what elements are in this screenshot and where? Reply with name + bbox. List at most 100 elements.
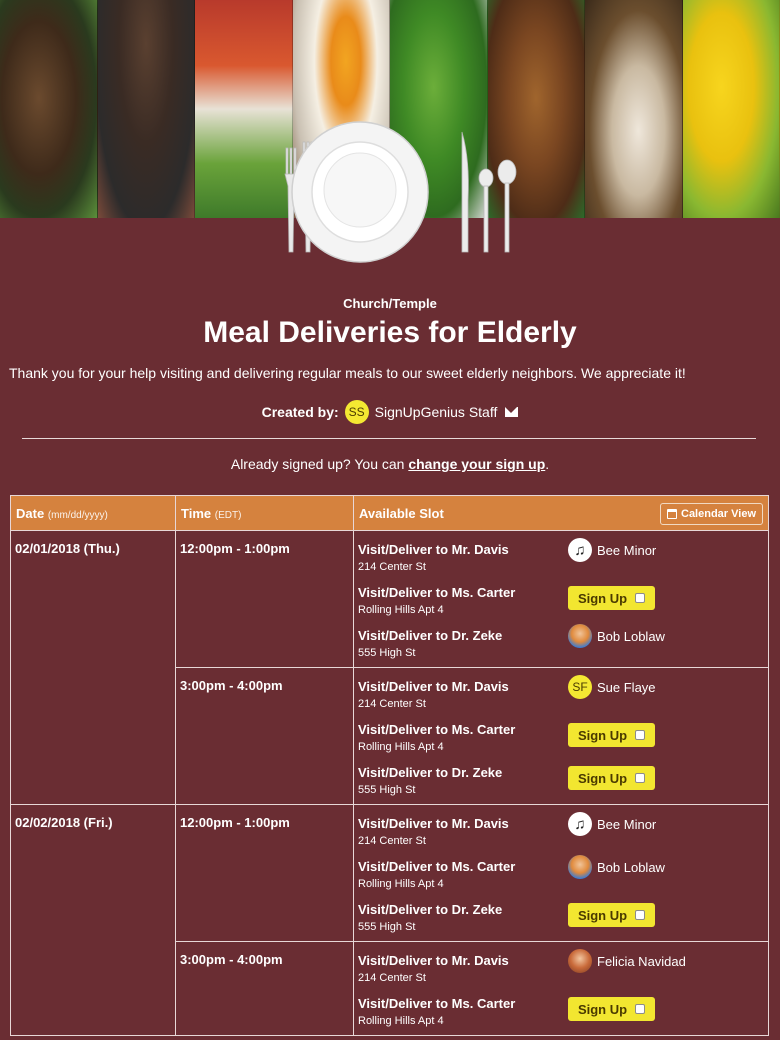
already-signed-up-end: . <box>545 456 550 472</box>
created-by: Created by: SS SignUpGenius Staff <box>0 400 780 424</box>
sign-up-label: Sign Up <box>577 1001 628 1017</box>
slot-item: Visit/Deliver to Dr. Zeke 555 High St Sign… <box>358 894 764 937</box>
banner-panel-steak <box>97 0 195 218</box>
slot-cell: Visit/Deliver to Mr. Davis 214 Center St ♫… <box>353 804 769 942</box>
sign-up-checkbox[interactable] <box>635 1004 646 1014</box>
col-date-hint: (mm/dd/yyyy) <box>47 509 108 521</box>
user-initials-avatar: SF <box>568 675 592 699</box>
slot-address: 214 Center St <box>358 561 426 573</box>
slot-title: Visit/Deliver to Ms. Carter <box>358 996 516 1011</box>
slot-title: Visit/Deliver to Mr. Davis <box>358 679 509 694</box>
slot-item: Visit/Deliver to Ms. Carter Rolling Hills… <box>358 577 764 620</box>
time-cell: 12:00pm - 1:00pm <box>175 804 354 942</box>
sign-up-checkbox[interactable] <box>635 910 646 920</box>
sign-up-label: Sign Up <box>577 907 628 923</box>
table-row: 02/01/2018 (Thu.) 12:00pm - 1:00pm Visit/D… <box>10 530 769 805</box>
slot-item: Visit/Deliver to Ms. Carter Rolling Hills… <box>358 988 764 1031</box>
sign-up-button[interactable]: Sign Up <box>568 586 655 610</box>
sign-up-button[interactable]: Sign Up <box>568 903 655 927</box>
time-cell: 3:00pm - 4:00pm <box>175 667 354 805</box>
slot-address: Rolling Hills Apt 4 <box>358 1015 444 1027</box>
creator-avatar: SS <box>344 400 369 424</box>
signed-up-name: Felicia Navidad <box>597 953 686 969</box>
sign-up-checkbox[interactable] <box>635 773 646 783</box>
slot-item: Visit/Deliver to Mr. Davis 214 Center St ♫… <box>358 808 764 851</box>
table-header-row: Date (mm/dd/yyyy) Time (EDT) Available S… <box>10 495 769 531</box>
banner-panel-mushrooms <box>585 0 683 218</box>
slot-item: Visit/Deliver to Dr. Zeke 555 High St Sign… <box>358 757 764 800</box>
slot-item: Visit/Deliver to Mr. Davis 214 Center St F… <box>358 945 764 988</box>
already-signed-up-text: Already signed up? You can <box>230 456 405 472</box>
slot-cell: Visit/Deliver to Mr. Davis 214 Center St S… <box>353 667 769 805</box>
slot-item: Visit/Deliver to Ms. Carter Rolling Hills… <box>358 714 764 757</box>
col-time-label: Time <box>181 505 212 521</box>
date-cell: 02/01/2018 (Thu.) <box>10 530 176 805</box>
music-note-icon: ♫ <box>568 538 592 562</box>
signup-description: Thank you for your help visiting and del… <box>9 365 686 381</box>
mail-icon[interactable] <box>505 407 519 417</box>
creator-name: SignUpGenius Staff <box>374 404 498 420</box>
divider <box>22 438 756 439</box>
slot-address: Rolling Hills Apt 4 <box>358 878 444 890</box>
signed-up-person: Bob Loblaw <box>568 624 665 648</box>
slot-address: 555 High St <box>358 647 416 659</box>
slot-address: 555 High St <box>358 921 416 933</box>
sign-up-checkbox[interactable] <box>635 730 646 740</box>
slot-item: Visit/Deliver to Mr. Davis 214 Center St S… <box>358 671 764 714</box>
user-photo-avatar <box>568 624 592 648</box>
sign-up-label: Sign Up <box>577 590 628 606</box>
slot-cell: Visit/Deliver to Mr. Davis 214 Center St ♫… <box>353 530 769 668</box>
sign-up-button[interactable]: Sign Up <box>568 997 655 1021</box>
calendar-icon <box>667 509 677 519</box>
date-cell: 02/02/2018 (Fri.) <box>10 804 176 1036</box>
banner-panel-peppers <box>682 0 780 218</box>
slot-title: Visit/Deliver to Mr. Davis <box>358 953 509 968</box>
plate-cutlery-icon <box>284 121 517 263</box>
signup-table: Date (mm/dd/yyyy) Time (EDT) Available S… <box>10 495 769 1036</box>
signed-up-name: Bob Loblaw <box>597 628 665 644</box>
slot-title: Visit/Deliver to Mr. Davis <box>358 816 509 831</box>
slot-address: Rolling Hills Apt 4 <box>358 604 444 616</box>
slot-address: 214 Center St <box>358 835 426 847</box>
calendar-view-button[interactable]: Calendar View <box>660 503 763 525</box>
slot-address: 555 High St <box>358 784 416 796</box>
col-header-slot: Available Slot Calendar View <box>353 495 769 531</box>
signed-up-person: Felicia Navidad <box>568 949 686 973</box>
signed-up-name: Bob Loblaw <box>597 859 665 875</box>
slot-address: Rolling Hills Apt 4 <box>358 741 444 753</box>
col-time-hint: (EDT) <box>214 509 242 521</box>
slot-item: Visit/Deliver to Dr. Zeke 555 High St Bob … <box>358 620 764 663</box>
sign-up-button[interactable]: Sign Up <box>568 766 655 790</box>
time-cell: 3:00pm - 4:00pm <box>175 941 354 1036</box>
signed-up-person: ♫ Bee Minor <box>568 538 656 562</box>
slot-title: Visit/Deliver to Dr. Zeke <box>358 902 503 917</box>
slot-address: 214 Center St <box>358 698 426 710</box>
signed-up-person: Bob Loblaw <box>568 855 665 879</box>
banner-panel-grilled-chicken <box>0 0 98 218</box>
signed-up-name: Sue Flaye <box>597 679 656 695</box>
signed-up-name: Bee Minor <box>597 816 657 832</box>
table-row: 02/02/2018 (Fri.) 12:00pm - 1:00pm Visit/D… <box>10 804 769 1036</box>
already-signed-up-notice: Already signed up? You can change your s… <box>0 456 780 472</box>
created-by-label: Created by: <box>261 404 339 420</box>
signed-up-person: SF Sue Flaye <box>568 675 656 699</box>
sign-up-button[interactable]: Sign Up <box>568 723 655 747</box>
slot-title: Visit/Deliver to Dr. Zeke <box>358 628 503 643</box>
signup-category: Church/Temple <box>343 296 437 311</box>
sign-up-label: Sign Up <box>577 770 628 786</box>
slot-item: Visit/Deliver to Mr. Davis 214 Center St ♫… <box>358 534 764 577</box>
col-header-time: Time (EDT) <box>175 495 354 531</box>
slot-title: Visit/Deliver to Ms. Carter <box>358 722 516 737</box>
sign-up-checkbox[interactable] <box>635 593 646 603</box>
user-photo-avatar <box>568 855 592 879</box>
change-signup-link[interactable]: change your sign up <box>408 456 545 472</box>
signed-up-person: ♫ Bee Minor <box>568 812 656 836</box>
user-photo-avatar <box>568 949 592 973</box>
page-title: Meal Deliveries for Elderly <box>203 316 577 349</box>
sign-up-label: Sign Up <box>577 727 628 743</box>
slot-title: Visit/Deliver to Mr. Davis <box>358 542 509 557</box>
slot-cell: Visit/Deliver to Mr. Davis 214 Center St F… <box>353 941 769 1036</box>
slot-title: Visit/Deliver to Ms. Carter <box>358 585 516 600</box>
col-slot-label: Available Slot <box>359 505 444 521</box>
slot-title: Visit/Deliver to Dr. Zeke <box>358 765 503 780</box>
